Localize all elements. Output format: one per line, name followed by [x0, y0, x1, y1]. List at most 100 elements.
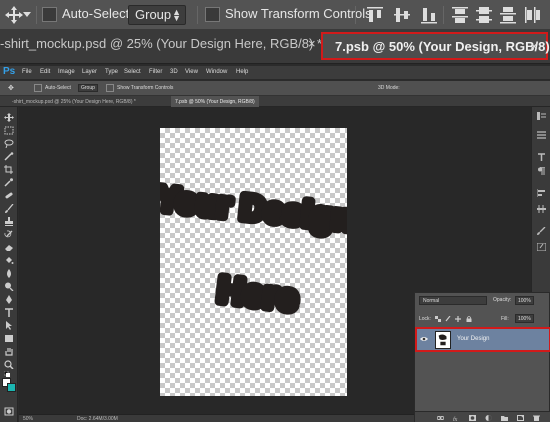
blur-tool-icon[interactable]	[4, 269, 14, 278]
fill-label: Fill:	[501, 316, 509, 322]
auto-select-checkbox[interactable]	[42, 7, 57, 22]
eyedropper-tool-icon[interactable]	[4, 178, 14, 187]
crop-tool-icon[interactable]	[4, 165, 14, 174]
menu-bar: Ps File Edit Image Layer Type Select Fil…	[0, 66, 550, 80]
lock-all-icon[interactable]	[466, 316, 472, 322]
distribute-top-icon[interactable]	[451, 5, 469, 25]
auto-select-label: Auto-Select:	[62, 6, 133, 21]
quick-selection-tool-icon[interactable]	[4, 152, 14, 161]
layer-thumbnail	[435, 331, 451, 349]
menu-layer[interactable]: Layer	[82, 69, 97, 75]
menu-type[interactable]: Type	[105, 69, 118, 75]
opacity-field[interactable]: 100%	[515, 296, 534, 305]
lock-image-pixels-icon[interactable]	[445, 316, 451, 322]
eraser-tool-icon[interactable]	[4, 243, 14, 252]
show-transform-label: Show Transform Controls	[117, 85, 174, 91]
pen-tool-icon[interactable]	[4, 295, 14, 304]
tab-7-psb-highlighted[interactable]: 7.psb @ 50% (Your Design, RGB/8) ×	[321, 32, 550, 60]
lock-position-icon[interactable]	[455, 316, 461, 322]
blend-mode-dropdown[interactable]: Normal	[419, 296, 487, 305]
auto-select-checkbox[interactable]	[34, 84, 42, 92]
tab-7-psb[interactable]: 7.psb @ 50% (Your Design, RGB/8)	[171, 96, 259, 107]
paragraph-panel-icon[interactable]	[537, 167, 546, 175]
menu-window[interactable]: Window	[206, 69, 227, 75]
tab-tshirt-mockup[interactable]: -shirt_mockup.psd @ 25% (Your Design Her…	[0, 36, 322, 52]
show-transform-checkbox[interactable]	[205, 7, 220, 22]
marquee-tool-icon[interactable]	[4, 126, 14, 135]
tab-close-icon[interactable]: ×	[308, 36, 316, 51]
visibility-eye-icon[interactable]	[420, 336, 428, 342]
dropdown-arrows-icon: ▲ ▼	[172, 7, 181, 23]
layers-panel-footer: fx	[415, 411, 550, 422]
show-transform-label: Show Transform Controls	[225, 6, 372, 21]
history-brush-tool-icon[interactable]	[4, 230, 14, 239]
distribute-center-icon[interactable]	[475, 5, 493, 25]
options-bar: ✥ Auto-Select Group Show Transform Contr…	[0, 81, 550, 96]
link-layers-icon[interactable]	[437, 415, 444, 421]
layer-row-your-design[interactable]: Your Design	[415, 327, 550, 352]
layers-panel: Normal Opacity: 100% Lock: Fill: 100% Yo…	[414, 292, 550, 422]
move-tool-icon[interactable]: ✥	[8, 84, 14, 92]
properties-panel-icon[interactable]	[537, 131, 546, 139]
delete-layer-icon[interactable]	[533, 415, 540, 421]
menu-image[interactable]: Image	[58, 69, 75, 75]
brush-presets-panel-icon[interactable]	[537, 243, 546, 251]
auto-select-dropdown[interactable]: Group ▲ ▼	[128, 5, 186, 25]
tool-presets-panel-icon[interactable]	[537, 205, 546, 213]
move-tool-icon[interactable]	[4, 113, 14, 122]
design-artwork: Your Design Here	[160, 175, 347, 323]
menu-3d[interactable]: 3D	[170, 69, 178, 75]
artwork-line-1: Your Design	[160, 180, 347, 238]
paint-bucket-tool-icon[interactable]	[4, 256, 14, 265]
character-panel-icon[interactable]	[537, 153, 546, 161]
healing-brush-tool-icon[interactable]	[4, 191, 14, 200]
align-panel-icon[interactable]	[537, 189, 546, 197]
move-tool-icon[interactable]	[4, 5, 24, 25]
type-tool-icon[interactable]	[4, 308, 14, 317]
quick-mask-icon[interactable]	[4, 407, 14, 416]
lasso-tool-icon[interactable]	[4, 139, 14, 148]
menu-help[interactable]: Help	[236, 69, 248, 75]
fill-field[interactable]: 100%	[515, 314, 534, 323]
auto-select-value: Group	[135, 7, 172, 22]
brush-panel-icon[interactable]	[537, 227, 546, 235]
new-layer-icon[interactable]	[517, 415, 524, 421]
dodge-tool-icon[interactable]	[4, 282, 14, 291]
path-selection-tool-icon[interactable]	[4, 321, 14, 330]
document-canvas[interactable]: Your Design Here	[160, 128, 347, 396]
svg-text:fx: fx	[453, 416, 458, 421]
hand-tool-icon[interactable]	[4, 347, 14, 356]
distribute-bottom-icon[interactable]	[499, 5, 517, 25]
brush-tool-icon[interactable]	[4, 204, 14, 213]
background-color-swatch[interactable]	[7, 383, 16, 392]
menu-view[interactable]: View	[185, 69, 198, 75]
tab-tshirt-mockup[interactable]: -shirt_mockup.psd @ 25% (Your Design Her…	[8, 96, 140, 107]
zoom-level[interactable]: 50%	[23, 416, 33, 422]
align-bottom-icon[interactable]	[420, 5, 438, 25]
document-tabs: -shirt_mockup.psd @ 25% (Your Design Her…	[0, 96, 550, 107]
distribute-left-icon[interactable]	[523, 5, 541, 25]
adjustment-layer-icon[interactable]	[485, 415, 492, 421]
menu-edit[interactable]: Edit	[40, 69, 50, 75]
new-group-icon[interactable]	[501, 415, 508, 421]
menu-select[interactable]: Select	[124, 69, 141, 75]
show-transform-checkbox[interactable]	[106, 84, 114, 92]
zoom-tool-icon[interactable]	[4, 360, 14, 369]
layer-name[interactable]: Your Design	[457, 336, 489, 342]
align-top-icon[interactable]	[366, 5, 384, 25]
menu-filter[interactable]: Filter	[149, 69, 162, 75]
shape-tool-icon[interactable]	[4, 334, 14, 343]
options-bar-zoomed: Auto-Select: Group ▲ ▼ Show Transform Con…	[0, 0, 550, 30]
history-panel-icon[interactable]	[537, 112, 546, 120]
lock-transparent-pixels-icon[interactable]	[435, 316, 441, 322]
auto-select-dropdown[interactable]: Group	[78, 84, 98, 92]
menu-file[interactable]: File	[22, 69, 32, 75]
tab-label: 7.psb @ 50% (Your Design, RGB/8)	[335, 39, 550, 54]
tool-preset-dropdown-icon[interactable]	[22, 9, 32, 19]
tab-close-icon[interactable]: ×	[530, 38, 538, 54]
align-vertical-center-icon[interactable]	[393, 5, 411, 25]
3d-mode-label: 3D Mode:	[378, 85, 400, 91]
clone-stamp-tool-icon[interactable]	[4, 217, 14, 226]
add-mask-icon[interactable]	[469, 415, 476, 421]
layer-style-fx-icon[interactable]: fx	[453, 415, 460, 421]
